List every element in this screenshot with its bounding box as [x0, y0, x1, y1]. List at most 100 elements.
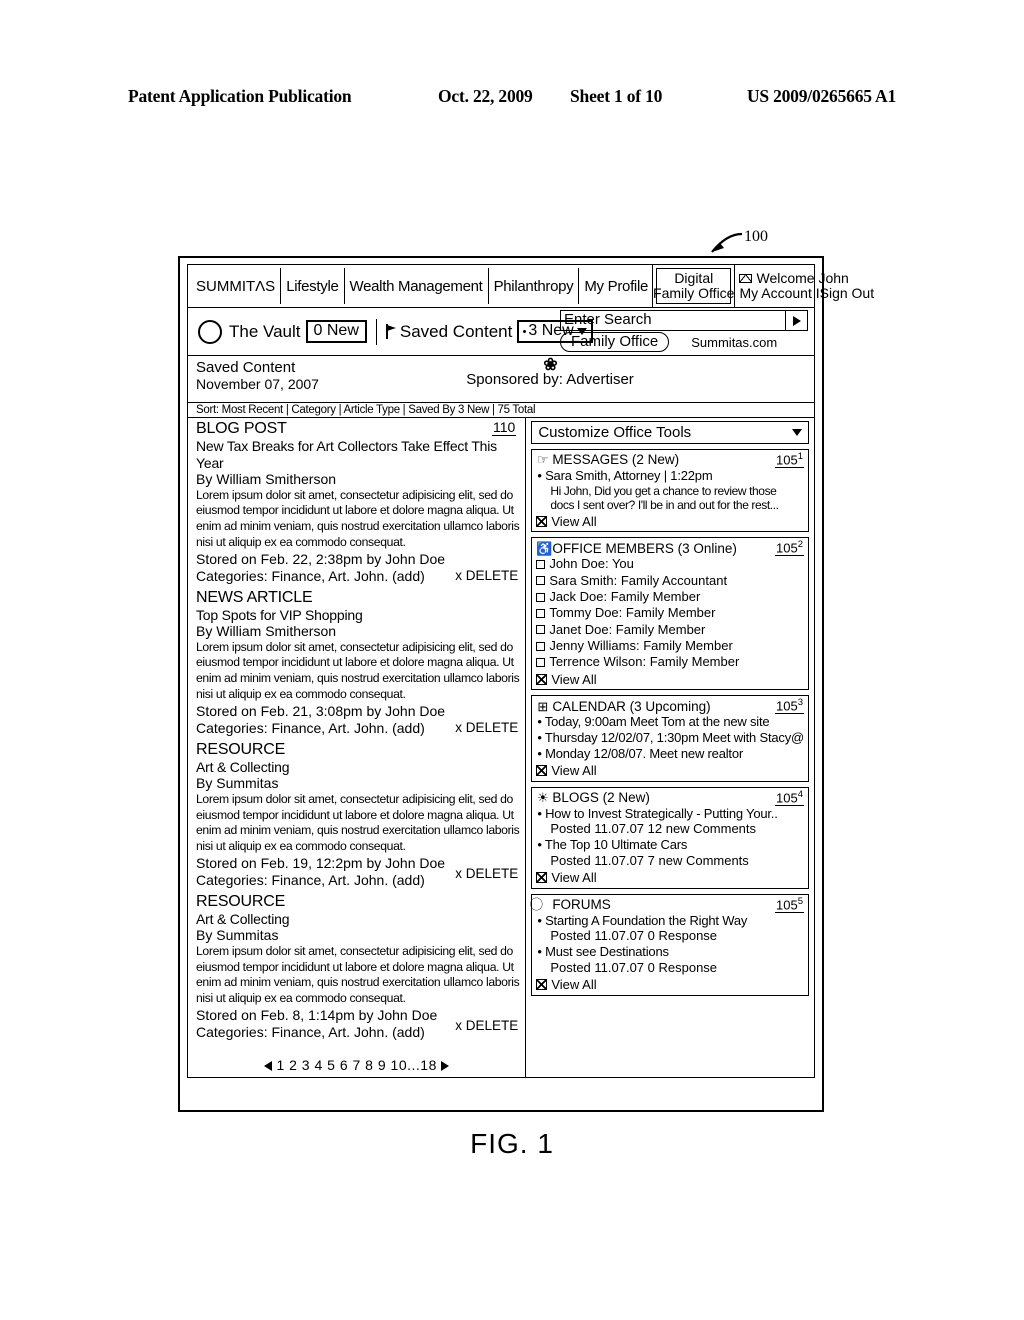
delete-button[interactable]: x DELETE [455, 720, 520, 737]
forum-topic-title[interactable]: • Must see Destinations [536, 944, 804, 960]
article-item[interactable]: RESOURCE Art & Collecting By Summitas Lo… [196, 893, 520, 1041]
article-categories[interactable]: Categories: Finance, Art. John. (add) [196, 872, 425, 889]
checkbox[interactable] [536, 559, 546, 569]
blog-entry-title[interactable]: • How to Invest Strategically - Putting … [536, 806, 804, 822]
page-numbers[interactable]: 1 2 3 4 5 6 7 8 9 10...18 [276, 1057, 436, 1073]
family-office-scope-pill[interactable]: Family Office [560, 332, 670, 352]
calendar-event[interactable]: • Today, 9:00am Meet Tom at the new site [536, 714, 804, 730]
view-all-messages[interactable]: View All [536, 514, 804, 530]
checkbox[interactable] [536, 625, 546, 635]
nav-divider [487, 268, 489, 304]
article-categories[interactable]: Categories: Finance, Art. John. (add) [196, 720, 425, 737]
nav-item-digital-family-office[interactable]: Digital Family Office [652, 265, 736, 307]
pin-icon: ☞ [536, 452, 549, 468]
nav-divider [578, 268, 580, 304]
calendar-icon: ⊞ [537, 698, 549, 714]
nav-item-my-profile[interactable]: My Profile [580, 278, 652, 295]
main-navigation-bar: SUMMITΛS Lifestyle Wealth Management Phi… [187, 264, 874, 308]
arrow-right-icon[interactable] [440, 1061, 449, 1072]
calendar-event[interactable]: • Monday 12/08/07. Meet new realtor [536, 746, 804, 762]
nav-item-brand[interactable]: SUMMITΛS [194, 278, 279, 295]
digital-family-office-line1: Digital [674, 270, 714, 287]
delete-button[interactable]: x DELETE [455, 1018, 518, 1033]
checkbox[interactable] [536, 641, 546, 651]
checkbox[interactable] [536, 592, 546, 602]
calendar-event[interactable]: • Thursday 12/02/07, 1:30pm Meet with St… [536, 730, 804, 746]
search-submit-button[interactable] [786, 310, 808, 331]
message-sender[interactable]: • Sara Smith, Attorney | 1:22pm [536, 468, 804, 484]
article-title[interactable]: Art & Collecting [196, 911, 520, 928]
view-all-label: View All [551, 976, 597, 992]
member-row[interactable]: Jack Doe: Family Member [536, 589, 804, 605]
nav-item-lifestyle[interactable]: Lifestyle [282, 278, 342, 295]
panel-title-group: ⊞ CALENDAR (3 Upcoming) [536, 699, 710, 714]
article-title[interactable]: New Tax Breaks for Art Collectors Take E… [196, 438, 520, 471]
member-label: Sara Smith: Family Accountant [549, 572, 728, 588]
vault-label[interactable]: The Vault [229, 322, 301, 342]
member-row[interactable]: Jenny Williams: Family Member [536, 638, 804, 654]
member-row[interactable]: Janet Doe: Family Member [536, 622, 804, 638]
pagination[interactable]: 1 2 3 4 5 6 7 8 9 10...18 [188, 1057, 525, 1073]
panel-title: BLOGS (2 New) [552, 789, 650, 805]
panel-title-group: ☀ BLOGS (2 New) [536, 790, 650, 805]
chevron-down-icon [792, 429, 802, 436]
message-preview-line2: docs I sent over? I'll be in and out for… [550, 498, 779, 513]
member-row[interactable]: Sara Smith: Family Accountant [536, 573, 804, 589]
delete-button[interactable]: x DELETE [455, 568, 520, 585]
article-type: RESOURCE [196, 892, 286, 910]
arrow-left-icon[interactable] [264, 1061, 273, 1072]
view-all-label: View All [551, 671, 597, 687]
member-row[interactable]: Tommy Doe: Family Member [536, 605, 804, 621]
panel-header: ⊞ CALENDAR (3 Upcoming) 1053 [536, 698, 804, 715]
patent-page-header: Patent Application Publication Oct. 22, … [128, 86, 896, 107]
article-categories[interactable]: Categories: Finance, Art. John. (add) [196, 568, 425, 585]
vault-new-badge[interactable]: 0 New [305, 320, 367, 343]
member-label: Janet Doe: Family Member [549, 621, 706, 637]
article-item[interactable]: BLOG POST 110 New Tax Breaks for Art Col… [196, 419, 520, 585]
forum-topic-title[interactable]: • Starting A Foundation the Right Way [536, 913, 804, 929]
account-links[interactable]: My Account ISign Out [739, 285, 874, 301]
delete-button[interactable]: x DELETE [455, 866, 518, 881]
search-input[interactable]: Enter Search [560, 310, 786, 331]
view-all-icon [536, 979, 548, 991]
view-all-calendar[interactable]: View All [536, 763, 804, 779]
reference-number-100: 100 [744, 228, 768, 245]
article-header: NEWS ARTICLE [196, 589, 520, 607]
view-all-office-members[interactable]: View All [536, 672, 804, 688]
reference-number-105-1: 1051 [775, 451, 804, 468]
saved-content-label[interactable]: Saved Content [400, 322, 512, 342]
member-label: Tommy Doe: Family Member [549, 605, 716, 621]
article-item[interactable]: NEWS ARTICLE Top Spots for VIP Shopping … [196, 589, 520, 737]
view-all-label: View All [551, 869, 597, 885]
panel-title: MESSAGES (2 New) [552, 452, 680, 468]
article-title[interactable]: Top Spots for VIP Shopping [196, 607, 520, 624]
nav-item-wealth-management[interactable]: Wealth Management [346, 278, 487, 295]
article-categories[interactable]: Categories: Finance, Art. John. (add) [196, 1024, 425, 1041]
member-row[interactable]: Terrence Wilson: Family Member [536, 654, 804, 670]
view-all-forums[interactable]: View All [536, 977, 804, 993]
article-title[interactable]: Art & Collecting [196, 759, 520, 776]
checkbox[interactable] [536, 658, 546, 668]
article-footer: Categories: Finance, Art. John. (add) x … [196, 568, 520, 585]
view-all-icon [536, 872, 548, 884]
panel-title: FORUMS [552, 896, 611, 912]
article-stored-info: Stored on Feb. 21, 3:08pm by John Doe [196, 703, 446, 720]
checkbox[interactable] [536, 576, 546, 586]
vault-toolbar: The Vault 0 New Saved Content 3 New Ente… [187, 308, 815, 356]
panel-title-group: ♿ OFFICE MEMBERS (3 Online) [536, 541, 737, 556]
search-scope-row: Family Office Summitas.com [560, 332, 808, 352]
panel-messages: ☞ MESSAGES (2 New) 1051 • Sara Smith, At… [531, 449, 809, 533]
reference-number-105-5: 1055 [775, 895, 804, 913]
article-author: By William Smitherson [196, 623, 337, 640]
article-footer: Categories: Finance, Art. John. (add) x … [196, 720, 520, 737]
view-all-blogs[interactable]: View All [536, 870, 804, 886]
blog-entry-title[interactable]: • The Top 10 Ultimate Cars [536, 837, 804, 853]
nav-item-philanthropy[interactable]: Philanthropy [490, 278, 578, 295]
article-item[interactable]: RESOURCE Art & Collecting By Summitas Lo… [196, 741, 520, 889]
reference-number-105-4: 1054 [775, 788, 804, 806]
sort-options-bar[interactable]: Sort: Most Recent | Category | Article T… [188, 402, 814, 417]
customize-office-tools-select[interactable]: Customize Office Tools [531, 421, 809, 444]
panel-header: ⃝ FORUMS 1055 [536, 895, 804, 913]
member-row[interactable]: John Doe: You [536, 556, 804, 572]
checkbox[interactable] [536, 608, 546, 618]
